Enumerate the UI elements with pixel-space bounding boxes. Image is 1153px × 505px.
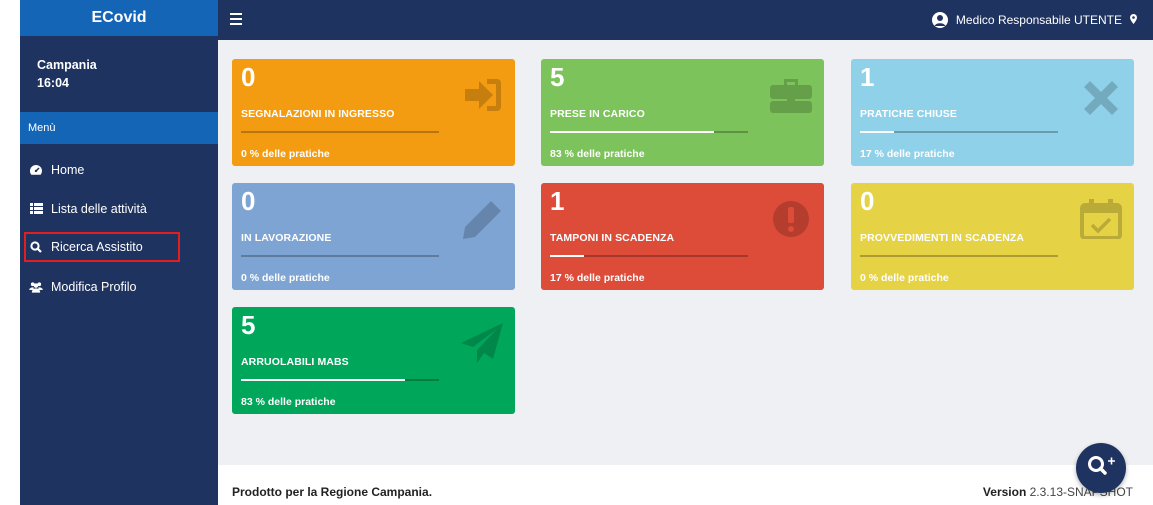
users-icon: [29, 280, 43, 294]
card-percent: 0 % delle pratiche: [860, 272, 949, 284]
card-percent: 17 % delle pratiche: [860, 148, 955, 160]
region-name: Campania: [37, 58, 97, 72]
card-count: 5: [241, 310, 256, 340]
top-navbar: Medico Responsabile UTENTE: [218, 0, 1153, 40]
card-title: IN LAVORAZIONE: [241, 232, 332, 244]
map-marker-icon: [1130, 13, 1137, 27]
sidebar: ECovid Campania 16:04 Menù Home Lista de…: [20, 0, 218, 505]
current-time: 16:04: [37, 76, 69, 90]
card-percent: 17 % delle pratiche: [550, 272, 645, 284]
dashboard-icon: [29, 163, 43, 177]
left-margin: [0, 0, 20, 505]
card-count: 0: [241, 62, 256, 92]
menu-header: Menù: [20, 112, 218, 144]
paper-plane-icon: [459, 323, 505, 363]
card-percent: 83 % delle pratiche: [550, 148, 645, 160]
card-count: 0: [860, 186, 875, 216]
pencil-icon: [459, 199, 505, 239]
card-count: 0: [241, 186, 256, 216]
card-title: TAMPONI IN SCADENZA: [550, 232, 675, 244]
card-title: PRATICHE CHIUSE: [860, 108, 957, 120]
search-icon: [29, 240, 43, 254]
card-progress-bar: [550, 255, 748, 257]
card-prese-in-carico[interactable]: 5 PRESE IN CARICO 83 % delle pratiche: [541, 59, 824, 166]
list-icon: [29, 202, 43, 216]
card-progress-fill: [550, 131, 715, 133]
footer: Prodotto per la Regione Campania. Versio…: [218, 465, 1153, 505]
sidebar-item-label: Home: [51, 162, 85, 177]
card-provvedimenti-in-scadenza[interactable]: 0 PROVVEDIMENTI IN SCADENZA 0 % delle pr…: [851, 183, 1134, 290]
sign-in-icon: [459, 75, 505, 115]
footer-credit: Prodotto per la Regione Campania.: [232, 485, 433, 499]
card-percent: 0 % delle pratiche: [241, 272, 330, 284]
card-title: SEGNALAZIONI IN INGRESSO: [241, 108, 395, 120]
card-progress-bar: [550, 131, 748, 133]
card-progress-bar: [241, 255, 439, 257]
calendar-check-icon: [1078, 199, 1124, 240]
dashboard-main: 0 SEGNALAZIONI IN INGRESSO 0 % delle pra…: [218, 40, 1153, 465]
card-title: PRESE IN CARICO: [550, 108, 645, 120]
menu-toggle-icon[interactable]: [230, 13, 242, 27]
card-arruolabili-mabs[interactable]: 5 ARRUOLABILI MABS 83 % delle pratiche: [232, 307, 515, 414]
sidebar-item-label: Lista delle attività: [51, 201, 147, 216]
card-progress-fill: [860, 131, 894, 133]
card-progress-bar: [860, 255, 1058, 257]
brand-logo[interactable]: ECovid: [20, 0, 218, 36]
version-label: Version: [982, 485, 1027, 499]
card-title: PROVVEDIMENTI IN SCADENZA: [860, 232, 1025, 244]
search-plus-icon: [1086, 454, 1116, 483]
user-name: Medico Responsabile UTENTE: [955, 13, 1122, 27]
sidebar-nav: Home Lista delle attività Ricerca Assist…: [20, 150, 218, 306]
sidebar-item-search-patient[interactable]: Ricerca Assistito: [24, 232, 180, 262]
card-percent: 83 % delle pratiche: [241, 396, 336, 408]
card-progress-fill: [550, 255, 584, 257]
user-menu[interactable]: Medico Responsabile UTENTE: [931, 12, 1137, 28]
card-percent: 0 % delle pratiche: [241, 148, 330, 160]
card-count: 1: [860, 62, 875, 92]
close-icon: [1078, 75, 1124, 115]
sidebar-item-edit-profile[interactable]: Modifica Profilo: [20, 267, 218, 306]
sidebar-item-activities[interactable]: Lista delle attività: [20, 189, 218, 228]
card-tamponi-in-scadenza[interactable]: 1 TAMPONI IN SCADENZA 17 % delle pratich…: [541, 183, 824, 290]
sidebar-item-home[interactable]: Home: [20, 150, 218, 189]
sidebar-item-label: Ricerca Assistito: [51, 240, 143, 254]
card-progress-fill: [241, 379, 406, 381]
search-plus-button[interactable]: [1076, 443, 1126, 493]
exclamation-icon: [768, 199, 814, 239]
card-progress-bar: [241, 131, 439, 133]
card-segnalazioni-in-ingresso[interactable]: 0 SEGNALAZIONI IN INGRESSO 0 % delle pra…: [232, 59, 515, 166]
card-progress-bar: [860, 131, 1058, 133]
card-in-lavorazione[interactable]: 0 IN LAVORAZIONE 0 % delle pratiche: [232, 183, 515, 290]
sidebar-item-label: Modifica Profilo: [51, 279, 137, 294]
card-count: 5: [550, 62, 565, 92]
briefcase-icon: [768, 75, 814, 115]
version-number: 2.3.13-SNAPSHOT: [1029, 485, 1133, 499]
card-pratiche-chiuse[interactable]: 1 PRATICHE CHIUSE 17 % delle pratiche: [851, 59, 1134, 166]
card-progress-bar: [241, 379, 439, 381]
user-avatar-icon: [931, 12, 948, 28]
card-title: ARRUOLABILI MABS: [241, 356, 349, 368]
card-count: 1: [550, 186, 565, 216]
